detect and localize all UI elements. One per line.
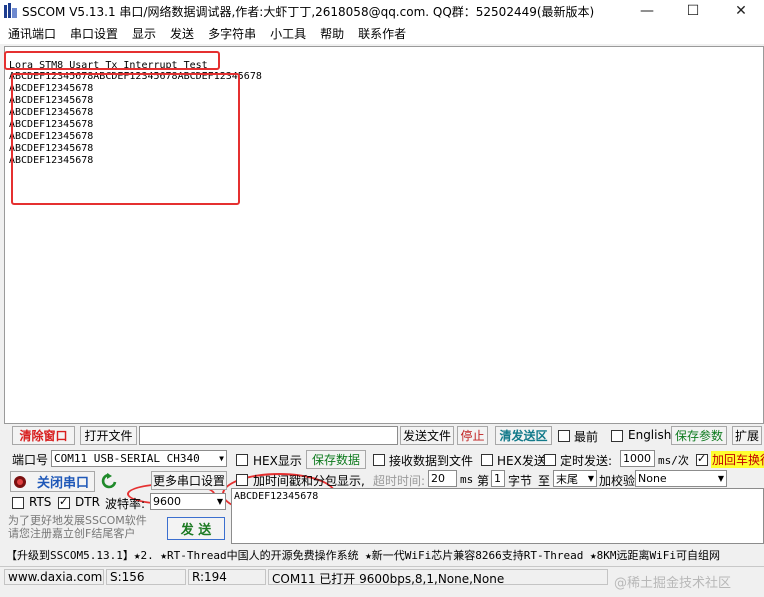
annotation-rect-data bbox=[11, 73, 240, 205]
checksum-value: None bbox=[638, 472, 667, 485]
menu-help[interactable]: 帮助 bbox=[320, 25, 344, 42]
hex-display-checkbox[interactable] bbox=[236, 454, 248, 466]
english-checkbox[interactable] bbox=[611, 430, 623, 442]
rts-checkbox[interactable] bbox=[12, 497, 24, 509]
topmost-checkbox[interactable] bbox=[558, 430, 570, 442]
send-file-button[interactable]: 发送文件 bbox=[400, 426, 454, 445]
promo-text: 为了更好地发展SSCOM软件 请您注册嘉立创F结尾客户 bbox=[8, 514, 147, 540]
menu-serial-settings[interactable]: 串口设置 bbox=[70, 25, 118, 42]
port-status: COM11 已打开 9600bps,8,1,None,None bbox=[268, 569, 608, 586]
clear-send-button[interactable]: 清发送区 bbox=[495, 426, 552, 445]
timestamp-label: 加时间戳和分包显示, bbox=[253, 474, 365, 488]
menu-display[interactable]: 显示 bbox=[132, 25, 156, 42]
ms-label: ms bbox=[460, 473, 474, 486]
english-label: English bbox=[628, 428, 672, 442]
hex-send-checkbox[interactable] bbox=[481, 454, 493, 466]
baud-select[interactable]: 9600 ▼ bbox=[150, 493, 226, 510]
checksum-select[interactable]: None ▼ bbox=[635, 470, 727, 487]
interval-input[interactable]: 1000 bbox=[620, 450, 655, 467]
timestamp-checkbox[interactable] bbox=[236, 474, 248, 486]
window-title: SSCOM V5.13.1 串口/网络数据调试器,作者:大虾丁丁,2618058… bbox=[22, 5, 595, 19]
file-path-input[interactable] bbox=[139, 426, 398, 445]
chevron-down-icon: ▼ bbox=[219, 454, 224, 463]
more-settings-button[interactable]: 更多串口设置 bbox=[151, 471, 227, 490]
watermark: @稀土掘金技术社区 bbox=[614, 576, 732, 591]
send-text: ABCDEF12345678 bbox=[234, 491, 319, 502]
menu-send[interactable]: 发送 bbox=[170, 25, 194, 42]
interval-unit: ms/次 bbox=[658, 454, 689, 467]
annotation-rect-title bbox=[4, 51, 220, 70]
menu-comm-port[interactable]: 通讯端口 bbox=[8, 25, 56, 42]
news-ticker[interactable]: 【升级到SSCOM5.13.1】★2. ★RT-Thread中国人的开源免费操作… bbox=[6, 547, 764, 563]
timed-send-checkbox[interactable] bbox=[544, 454, 556, 466]
hex-send-label: HEX发送 bbox=[497, 454, 546, 468]
sent-count: S:156 bbox=[106, 569, 186, 585]
close-button[interactable]: ✕ bbox=[718, 0, 764, 22]
save-params-button[interactable]: 保存参数 bbox=[671, 426, 727, 445]
maximize-button[interactable]: ☐ bbox=[670, 0, 716, 22]
port-label: 端口号 bbox=[12, 453, 49, 467]
open-file-button[interactable]: 打开文件 bbox=[80, 426, 137, 445]
menu-multi-string[interactable]: 多字符串 bbox=[208, 25, 256, 42]
chevron-down-icon: ▼ bbox=[216, 497, 223, 506]
received-count: R:194 bbox=[188, 569, 266, 585]
dtr-checkbox[interactable] bbox=[58, 495, 70, 509]
timeout-input[interactable]: 20 bbox=[428, 470, 457, 487]
dtr-label: DTR bbox=[75, 495, 100, 509]
end-value: 末尾 bbox=[556, 472, 578, 486]
title-bar: SSCOM V5.13.1 串口/网络数据调试器,作者:大虾丁丁,2618058… bbox=[0, 0, 764, 22]
app-icon bbox=[4, 3, 17, 18]
baud-label: 波特率: bbox=[105, 497, 146, 511]
end-select[interactable]: 末尾 ▼ bbox=[553, 470, 597, 487]
refresh-icon[interactable] bbox=[101, 473, 117, 490]
port-select[interactable]: COM11 USB-SERIAL CH340 ▼ bbox=[51, 450, 227, 467]
save-data-button[interactable]: 保存数据 bbox=[306, 450, 366, 469]
menu-contact-author[interactable]: 联系作者 bbox=[358, 25, 406, 42]
chevron-down-icon: ▼ bbox=[587, 474, 594, 483]
send-textarea[interactable]: ABCDEF12345678 bbox=[231, 488, 764, 544]
clear-window-button[interactable]: 清除窗口 bbox=[12, 426, 75, 445]
expand-button[interactable]: 扩展 bbox=[732, 426, 762, 445]
minimize-button[interactable]: — bbox=[624, 0, 670, 22]
add-crlf-label: 加回车换行 bbox=[711, 451, 764, 468]
menu-bar: 通讯端口 串口设置 显示 发送 多字符串 小工具 帮助 联系作者 bbox=[0, 22, 764, 44]
timed-send-label: 定时发送: bbox=[560, 454, 613, 468]
byte-index-input[interactable]: 1 bbox=[491, 470, 505, 487]
byte-label: 字节 bbox=[508, 474, 533, 488]
nth-label: 第 bbox=[477, 474, 490, 488]
close-port-button[interactable]: 关闭串口 bbox=[10, 471, 95, 492]
timeout-label: 超时时间: bbox=[373, 474, 426, 488]
topmost-label: 最前 bbox=[574, 430, 599, 444]
hex-display-label: HEX显示 bbox=[253, 454, 302, 468]
website-link[interactable]: www.daxia.com bbox=[4, 569, 104, 585]
rts-label: RTS bbox=[29, 495, 52, 509]
recv-to-file-checkbox[interactable] bbox=[373, 454, 385, 466]
chevron-down-icon: ▼ bbox=[717, 474, 724, 483]
send-button[interactable]: 发 送 bbox=[167, 517, 225, 540]
menu-tools[interactable]: 小工具 bbox=[270, 25, 306, 42]
add-crlf-checkbox[interactable] bbox=[696, 452, 708, 466]
checksum-label: 加校验 bbox=[599, 474, 636, 488]
close-port-label: 关闭串口 bbox=[37, 476, 90, 491]
to-label: 至 bbox=[538, 474, 551, 488]
stop-button[interactable]: 停止 bbox=[457, 426, 488, 445]
baud-value: 9600 bbox=[153, 495, 181, 508]
port-value: COM11 USB-SERIAL CH340 bbox=[54, 452, 200, 465]
record-icon bbox=[14, 475, 26, 488]
recv-to-file-label: 接收数据到文件 bbox=[389, 454, 474, 468]
